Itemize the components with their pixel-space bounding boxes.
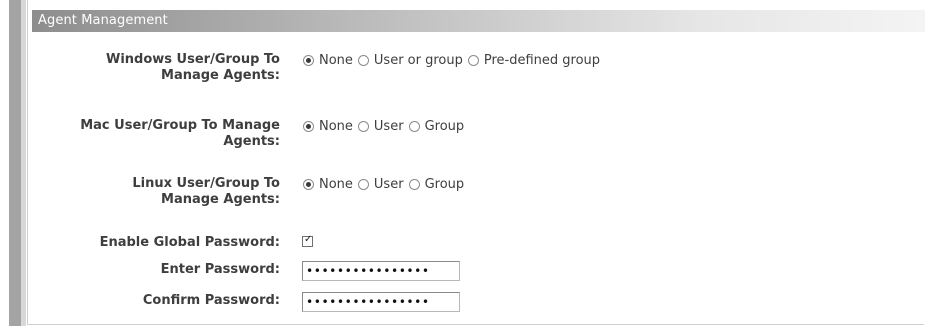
windows-option-user-or-group-label: User or group <box>373 53 463 68</box>
windows-radio-user-or-group[interactable] <box>357 55 369 66</box>
linux-option-none-label: None <box>319 177 353 192</box>
mac-option-user-label: User <box>373 119 404 134</box>
windows-radio-predefined-group[interactable] <box>467 55 479 66</box>
mac-radio-user[interactable] <box>357 121 369 132</box>
left-gutter <box>0 0 27 326</box>
windows-option-predefined-group-label: Pre-defined group <box>483 53 601 68</box>
linux-radio-group[interactable] <box>408 179 420 190</box>
mac-radio-none[interactable] <box>303 121 314 132</box>
linux-radio-group: None User Group <box>302 177 468 192</box>
linux-radio-none[interactable] <box>303 179 314 190</box>
mac-radio-group[interactable] <box>408 121 420 132</box>
enable-global-password-label: Enable Global Password: <box>99 235 280 250</box>
mac-user-group-label: Mac User/Group To Manage Agents: <box>80 118 280 149</box>
windows-radio-none[interactable] <box>303 55 314 66</box>
windows-option-none-label: None <box>319 53 353 68</box>
confirm-password-label: Confirm Password: <box>142 293 280 308</box>
left-gutter-stripe-light <box>21 0 26 326</box>
mac-option-group-label: Group <box>424 119 465 134</box>
windows-radio-group: None User or group Pre-defined group <box>302 53 604 68</box>
windows-user-group-label: Windows User/Group To Manage Agents: <box>105 52 280 83</box>
agent-management-panel: Agent Management Windows User/Group To M… <box>27 0 925 325</box>
left-gutter-stripe <box>9 0 21 326</box>
enter-password-field[interactable]: •••••••••••••••• <box>302 261 460 281</box>
confirm-password-field[interactable]: •••••••••••••••• <box>302 292 460 312</box>
mac-option-none-label: None <box>319 119 353 134</box>
panel-title: Agent Management <box>38 13 168 28</box>
linux-radio-user[interactable] <box>357 179 369 190</box>
panel-header: Agent Management <box>32 10 925 32</box>
enable-global-password-control: ✓ <box>302 234 313 247</box>
linux-option-group-label: Group <box>424 177 465 192</box>
enable-global-password-checkbox[interactable]: ✓ <box>302 234 313 247</box>
linux-option-user-label: User <box>373 177 404 192</box>
linux-user-group-label: Linux User/Group To Manage Agents: <box>132 176 280 207</box>
enter-password-label: Enter Password: <box>160 262 280 277</box>
mac-radio-group: None User Group <box>302 119 468 134</box>
checkmark-icon: ✓ <box>304 234 313 245</box>
